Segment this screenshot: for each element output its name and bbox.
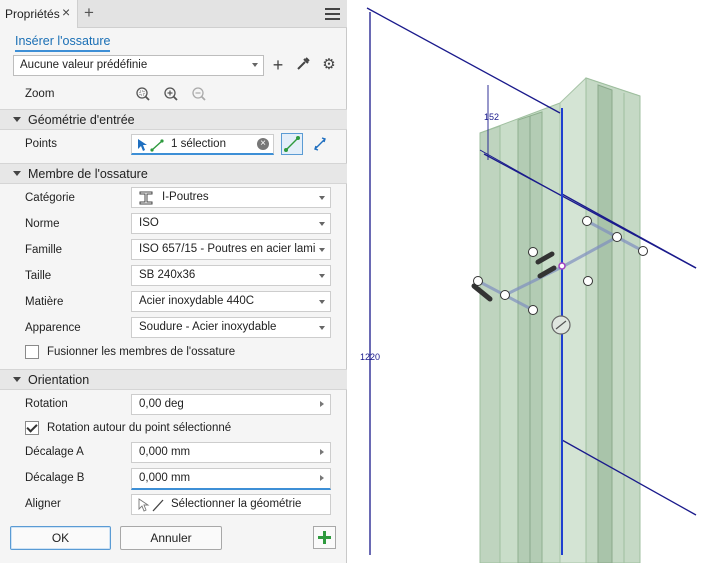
zoom-in-icon[interactable]: [163, 86, 179, 102]
chevron-down-icon: [319, 274, 325, 278]
select-point-icon: [138, 139, 164, 152]
section-orientation[interactable]: Orientation: [0, 369, 347, 390]
category-value: I-Poutres: [162, 191, 209, 203]
chevron-down-icon: [319, 300, 325, 304]
add-tab-icon[interactable]: +: [84, 3, 94, 23]
spin-arrow-icon[interactable]: [314, 443, 330, 462]
ok-button[interactable]: OK: [10, 526, 111, 550]
collapse-arrow-icon: [13, 117, 21, 122]
material-dropdown[interactable]: Acier inoxydable 440C: [131, 291, 331, 312]
select-geometry-icon: [138, 498, 164, 512]
cancel-button[interactable]: Annuler: [120, 526, 222, 550]
rotation-label: Rotation: [25, 398, 68, 410]
insert-frame-link[interactable]: Insérer l'ossature: [15, 34, 111, 52]
standard-label: Norme: [25, 218, 60, 230]
section-frame-member[interactable]: Membre de l'ossature: [0, 163, 347, 184]
section-input-geometry[interactable]: Géométrie d'entrée: [0, 109, 347, 130]
offset-b-label: Décalage B: [25, 472, 85, 484]
align-value: Sélectionner la géométrie: [171, 498, 302, 510]
section-title: Membre de l'ossature: [28, 167, 148, 181]
points-label: Points: [25, 138, 57, 150]
merge-members-label: Fusionner les membres de l'ossature: [47, 346, 236, 358]
section-title: Orientation: [28, 373, 90, 387]
properties-panel: Propriétés × + Insérer l'ossature Aucune…: [0, 0, 347, 563]
plus-icon: [318, 531, 331, 544]
spin-arrow-icon[interactable]: [314, 469, 330, 488]
dimension-1220[interactable]: 1220: [360, 352, 380, 362]
chevron-down-icon: [319, 222, 325, 226]
hamburger-menu-icon[interactable]: [325, 8, 340, 20]
offset-a-value: 0,000 mm: [139, 446, 191, 458]
clear-selection-icon[interactable]: ×: [257, 138, 269, 150]
tab-properties[interactable]: Propriétés ×: [0, 0, 78, 28]
rotation-input[interactable]: 0,00 deg: [131, 394, 331, 415]
chevron-down-icon: [252, 63, 258, 67]
graphics-viewport[interactable]: 152 1220: [348, 0, 703, 564]
size-dropdown[interactable]: SB 240x36: [131, 265, 331, 286]
category-label: Catégorie: [25, 192, 75, 204]
offset-b-input[interactable]: 0,000 mm: [131, 468, 331, 490]
eyedropper-icon[interactable]: [294, 56, 312, 74]
collapse-arrow-icon: [13, 171, 21, 176]
rotation-value: 0,00 deg: [139, 398, 184, 410]
model-canvas[interactable]: 152 1220: [348, 0, 703, 564]
tab-bar: Propriétés × +: [0, 0, 347, 28]
points-selector[interactable]: 1 sélection ×: [131, 134, 274, 155]
zoom-extents-icon[interactable]: [135, 86, 151, 102]
appearance-dropdown[interactable]: Soudure - Acier inoxydable: [131, 317, 331, 338]
material-value: Acier inoxydable 440C: [139, 295, 255, 307]
i-beam-icon: [139, 191, 153, 205]
add-preset-icon[interactable]: +: [269, 56, 287, 74]
standard-dropdown[interactable]: ISO: [131, 213, 331, 234]
offset-a-label: Décalage A: [25, 446, 84, 458]
close-icon[interactable]: ×: [62, 4, 70, 20]
gear-icon[interactable]: ⚙: [320, 56, 338, 74]
preset-dropdown[interactable]: Aucune valeur prédéfinie: [13, 55, 264, 76]
offset-b-value: 0,000 mm: [139, 472, 191, 484]
section-title: Géométrie d'entrée: [28, 113, 135, 127]
family-label: Famille: [25, 244, 63, 256]
merge-members-checkbox[interactable]: [25, 345, 39, 359]
chevron-down-icon: [319, 248, 325, 252]
zoom-label: Zoom: [25, 88, 55, 100]
material-label: Matière: [25, 296, 64, 308]
category-dropdown[interactable]: I-Poutres: [131, 187, 331, 208]
point-mode-button[interactable]: [281, 133, 303, 155]
tab-label: Propriétés: [5, 7, 60, 21]
rotate-about-point-checkbox[interactable]: [25, 421, 39, 435]
appearance-label: Apparence: [25, 322, 81, 334]
size-label: Taille: [25, 270, 52, 282]
points-value: 1 sélection: [171, 138, 226, 150]
align-selector[interactable]: Sélectionner la géométrie: [131, 494, 331, 515]
collapse-arrow-icon: [13, 377, 21, 382]
zoom-out-icon[interactable]: [191, 86, 207, 102]
flip-icon[interactable]: [311, 135, 329, 153]
appearance-value: Soudure - Acier inoxydable: [139, 321, 277, 333]
preset-value: Aucune valeur prédéfinie: [20, 59, 148, 71]
chevron-down-icon: [319, 196, 325, 200]
size-value: SB 240x36: [139, 269, 196, 281]
line-points-icon: [284, 136, 300, 152]
align-label: Aligner: [25, 498, 61, 510]
offset-a-input[interactable]: 0,000 mm: [131, 442, 331, 463]
apply-plus-button[interactable]: [313, 526, 336, 549]
rotate-about-point-label: Rotation autour du point sélectionné: [47, 422, 232, 434]
standard-value: ISO: [139, 217, 159, 229]
spin-arrow-icon[interactable]: [314, 395, 330, 414]
family-value: ISO 657/15 - Poutres en acier laminé: [139, 243, 316, 255]
dimension-152[interactable]: 152: [484, 112, 499, 122]
chevron-down-icon: [319, 326, 325, 330]
family-dropdown[interactable]: ISO 657/15 - Poutres en acier laminé: [131, 239, 331, 260]
